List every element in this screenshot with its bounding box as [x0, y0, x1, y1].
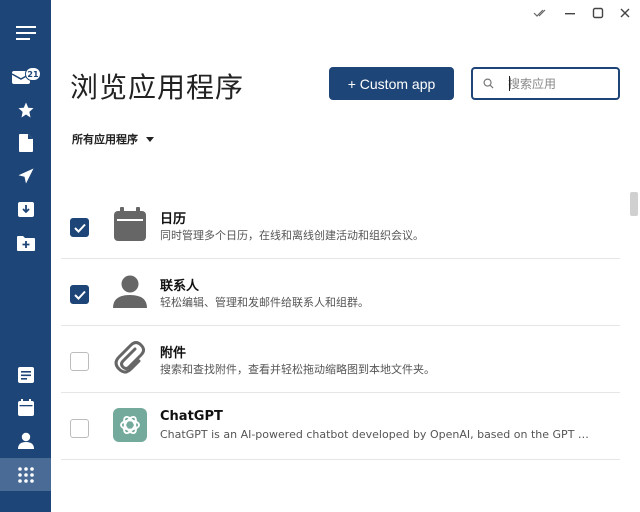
- close-button[interactable]: [614, 4, 636, 22]
- send-icon: [18, 168, 33, 183]
- app-row-calendar[interactable]: 日历 同时管理多个日历，在线和离线创建活动和组织会议。: [61, 192, 620, 259]
- app-row-attachments[interactable]: 附件 搜索和查找附件，查看并轻松拖动缩略图到本地文件夹。: [61, 326, 620, 393]
- search-input[interactable]: [508, 76, 608, 91]
- sidebar-item-mail[interactable]: 21: [0, 61, 51, 94]
- archive-icon: [17, 201, 34, 217]
- sidebar-item-archive[interactable]: [0, 192, 51, 225]
- app-checkbox[interactable]: [70, 285, 89, 304]
- app-checkbox[interactable]: [70, 218, 89, 237]
- app-name: 联系人: [160, 279, 200, 294]
- sidebar-item-starred[interactable]: [0, 93, 51, 126]
- calendar-icon: [17, 399, 34, 416]
- sidebar-item-new-folder[interactable]: [0, 226, 51, 259]
- close-icon: [620, 8, 630, 18]
- maximize-icon: [592, 7, 604, 19]
- folder-add-icon: [16, 235, 35, 251]
- app-checkbox[interactable]: [70, 419, 89, 438]
- menu-button[interactable]: [0, 16, 51, 49]
- double-check-icon: [533, 9, 546, 17]
- person-icon: [113, 275, 147, 308]
- maximize-button[interactable]: [587, 4, 609, 22]
- page-title: 浏览应用程序: [70, 71, 245, 104]
- star-icon: [18, 102, 33, 117]
- minimize-button[interactable]: [559, 4, 581, 22]
- filter-dropdown[interactable]: 所有应用程序: [72, 131, 154, 147]
- minimize-icon: [565, 13, 575, 15]
- dropdown-arrow-icon: [146, 136, 154, 142]
- unread-badge: 21: [25, 67, 41, 81]
- chatgpt-app-icon: [112, 407, 148, 443]
- sidebar-item-sent[interactable]: [0, 159, 51, 192]
- notes-icon: [17, 366, 34, 383]
- custom-app-button[interactable]: + Custom app: [329, 67, 454, 100]
- calendar-app-icon: [112, 206, 148, 242]
- sidebar-item-contacts[interactable]: [0, 424, 51, 457]
- app-row-contacts[interactable]: 联系人 轻松编辑、管理和发邮件给联系人和组群。: [61, 259, 620, 326]
- search-icon: [483, 78, 494, 89]
- filter-label: 所有应用程序: [72, 133, 138, 146]
- checkmark-icon: [73, 223, 86, 233]
- apps-icon: [17, 466, 34, 483]
- app-description: ChatGPT is an AI-powered chatbot develop…: [160, 428, 590, 441]
- sidebar-item-notes[interactable]: [0, 358, 51, 391]
- app-checkbox[interactable]: [70, 352, 89, 371]
- app-name: 日历: [160, 212, 187, 227]
- menu-icon: [15, 25, 36, 40]
- app-name: ChatGPT: [160, 409, 223, 424]
- calendar-icon: [114, 207, 146, 241]
- app-description: 同时管理多个日历，在线和离线创建活动和组织会议。: [160, 229, 424, 242]
- sidebar-item-documents[interactable]: [0, 126, 51, 159]
- checkmark-icon: [73, 290, 86, 300]
- search-box[interactable]: [471, 67, 620, 100]
- document-icon: [18, 133, 33, 152]
- sidebar-item-calendar[interactable]: [0, 391, 51, 424]
- mark-all-read-button[interactable]: [530, 4, 552, 22]
- app-description: 搜索和查找附件，查看并轻松拖动缩略图到本地文件夹。: [160, 363, 435, 376]
- text-cursor: [509, 76, 510, 91]
- paperclip-icon: [114, 341, 145, 374]
- scrollbar-thumb[interactable]: [630, 192, 638, 216]
- openai-icon: [113, 408, 147, 442]
- app-name: 附件: [160, 346, 187, 361]
- sidebar: 21: [0, 0, 51, 512]
- attachments-app-icon: [112, 340, 148, 376]
- contacts-app-icon: [112, 273, 148, 309]
- contacts-icon: [17, 432, 34, 449]
- sidebar-item-apps[interactable]: [0, 458, 51, 491]
- app-description: 轻松编辑、管理和发邮件给联系人和组群。: [160, 296, 369, 309]
- app-row-chatgpt[interactable]: ChatGPT ChatGPT is an AI-powered chatbot…: [61, 393, 620, 460]
